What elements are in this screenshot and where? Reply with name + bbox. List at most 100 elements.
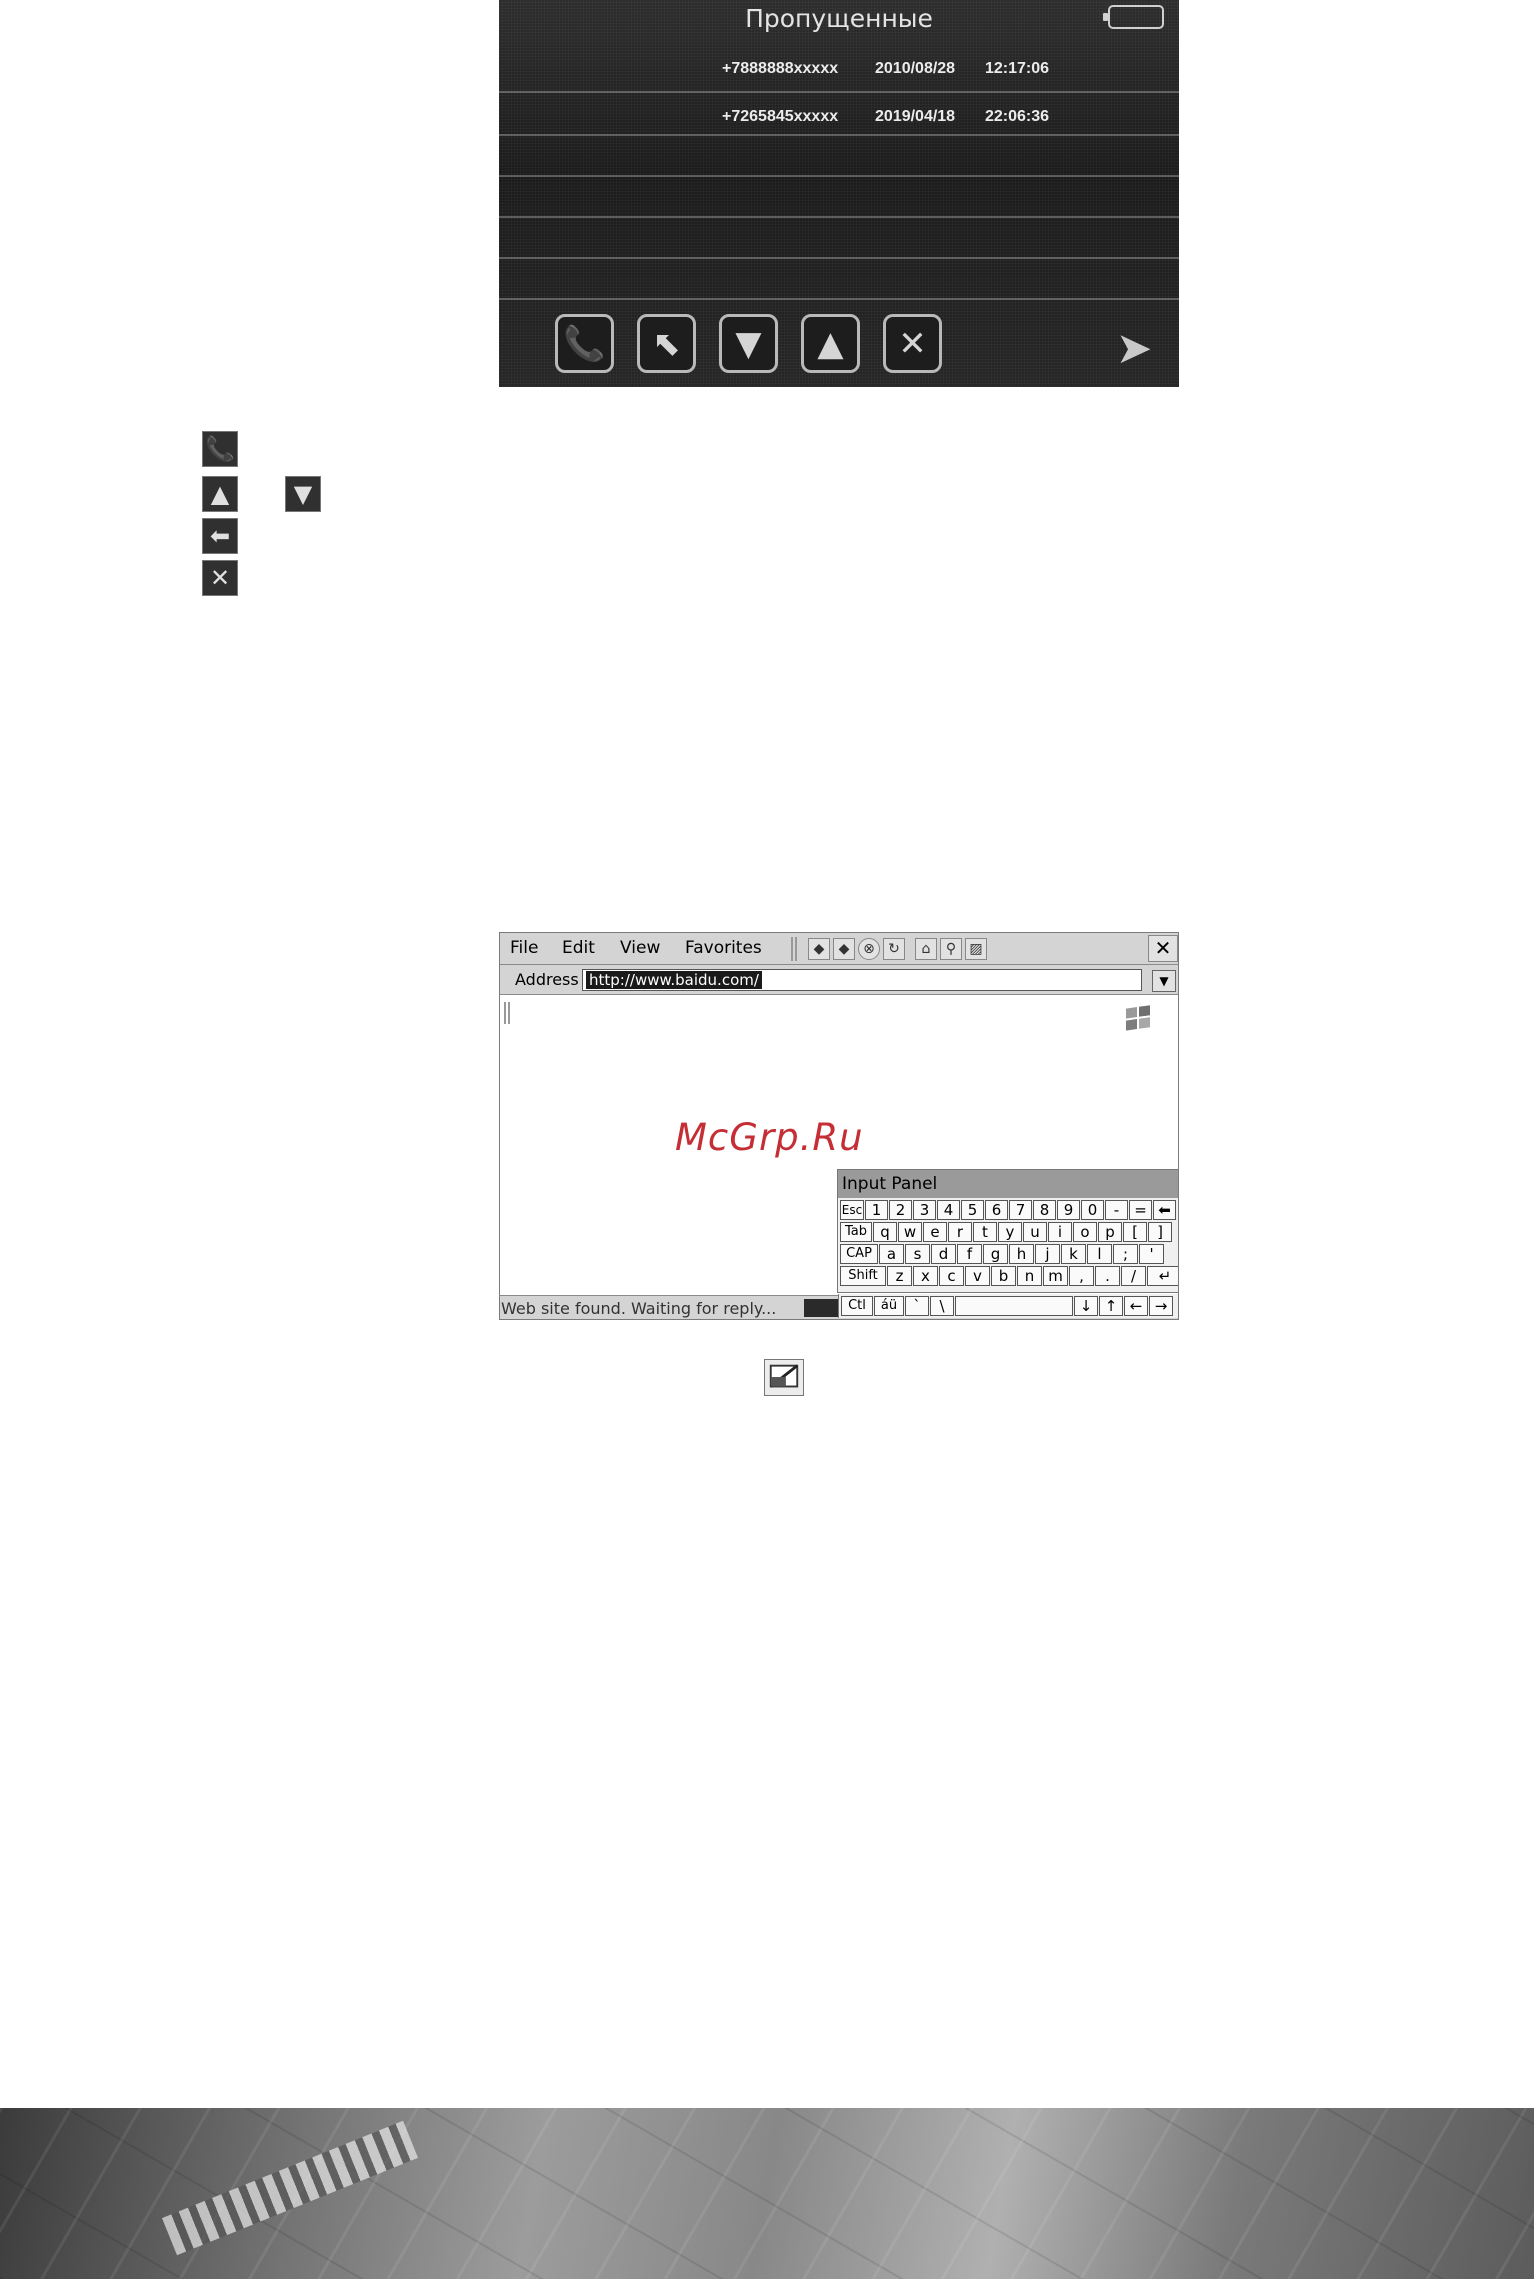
key[interactable]: k	[1061, 1244, 1086, 1264]
key[interactable]: l	[1087, 1244, 1112, 1264]
key[interactable]: o	[1073, 1222, 1097, 1242]
space-key[interactable]	[955, 1296, 1073, 1316]
key[interactable]: =	[1129, 1200, 1152, 1220]
toolbar-grip[interactable]	[791, 937, 797, 961]
key[interactable]: 7	[1009, 1200, 1032, 1220]
keyboard-row: Esc 1 2 3 4 5 6 7 8 9 0 - = ⬅	[840, 1200, 1176, 1221]
stop-button[interactable]: ⊗	[858, 938, 880, 960]
home-icon: ⌂	[921, 941, 931, 957]
menu-file[interactable]: File	[510, 938, 538, 958]
address-input[interactable]: http://www.baidu.com/	[582, 969, 1142, 991]
key[interactable]: c	[939, 1266, 964, 1286]
backspace-key[interactable]: ⬅	[1153, 1200, 1176, 1220]
key[interactable]: z	[887, 1266, 912, 1286]
key[interactable]: v	[965, 1266, 990, 1286]
key[interactable]: a	[879, 1244, 904, 1264]
key[interactable]: [	[1123, 1222, 1147, 1242]
key[interactable]: q	[873, 1222, 897, 1242]
key[interactable]: u	[1023, 1222, 1047, 1242]
back-icon: ⬉	[652, 323, 681, 364]
key[interactable]: `	[905, 1296, 929, 1316]
back-icon: ⬅	[202, 518, 238, 554]
key[interactable]: '	[1139, 1244, 1164, 1264]
key[interactable]: áü	[874, 1296, 904, 1316]
scroll-down-button[interactable]: ▼	[719, 314, 778, 373]
key[interactable]: w	[898, 1222, 922, 1242]
key[interactable]: Ctl	[841, 1296, 873, 1316]
call-list-item[interactable]: +7888888xxxxx 2010/08/28 12:17:06	[499, 48, 1179, 88]
home-button[interactable]: ⌂	[915, 938, 937, 960]
call-time: 22:06:36	[985, 108, 1050, 125]
key[interactable]: s	[905, 1244, 930, 1264]
key[interactable]: i	[1048, 1222, 1072, 1242]
missed-calls-screen: Пропущенные +7888888xxxxx 2010/08/28 12:…	[499, 0, 1179, 387]
key[interactable]: CAP	[840, 1244, 878, 1264]
refresh-button[interactable]: ↻	[883, 938, 905, 960]
key[interactable]: j	[1035, 1244, 1060, 1264]
key[interactable]: 9	[1057, 1200, 1080, 1220]
input-panel-button[interactable]: ▨	[965, 938, 987, 960]
menu-view[interactable]: View	[620, 938, 660, 958]
key[interactable]: x	[913, 1266, 938, 1286]
back-button[interactable]: ⬉	[637, 314, 696, 373]
key[interactable]: 0	[1081, 1200, 1104, 1220]
key[interactable]: \	[930, 1296, 954, 1316]
menu-favorites[interactable]: Favorites	[685, 938, 762, 958]
film-strip-decoration	[161, 2120, 419, 2256]
delete-button[interactable]: ✕	[883, 314, 942, 373]
input-panel-title: Input Panel	[838, 1170, 1178, 1198]
back-button[interactable]: ◆	[808, 938, 830, 960]
call-button[interactable]: 📞	[555, 314, 614, 373]
key[interactable]: 1	[865, 1200, 888, 1220]
search-button[interactable]: ⚲	[940, 938, 962, 960]
keyboard-row: Ctl áü ` \ ↓ ↑ ← →	[838, 1294, 1179, 1318]
key[interactable]: →	[1149, 1296, 1173, 1316]
forward-button[interactable]: ◆	[833, 938, 855, 960]
screen-title: Пропущенные	[745, 4, 933, 33]
scroll-up-button[interactable]: ▲	[801, 314, 860, 373]
key[interactable]: ]	[1148, 1222, 1172, 1242]
key[interactable]: -	[1105, 1200, 1128, 1220]
delete-icon: ✕	[898, 323, 927, 364]
key[interactable]: r	[948, 1222, 972, 1242]
next-page-icon[interactable]: ➤	[1111, 326, 1157, 372]
key[interactable]: d	[931, 1244, 956, 1264]
key[interactable]: y	[998, 1222, 1022, 1242]
key[interactable]: Shift	[840, 1266, 886, 1286]
call-date: 2019/04/18	[875, 108, 956, 125]
toolbar-grip[interactable]	[504, 1002, 510, 1024]
key[interactable]: 8	[1033, 1200, 1056, 1220]
key[interactable]: m	[1043, 1266, 1068, 1286]
call-list-item[interactable]: +7265845xxxxx 2019/04/18 22:06:36	[499, 96, 1179, 136]
key[interactable]: n	[1017, 1266, 1042, 1286]
key[interactable]: b	[991, 1266, 1016, 1286]
key[interactable]: 4	[937, 1200, 960, 1220]
key[interactable]: 5	[961, 1200, 984, 1220]
key[interactable]: /	[1121, 1266, 1146, 1286]
key[interactable]: g	[983, 1244, 1008, 1264]
key[interactable]: 6	[985, 1200, 1008, 1220]
key[interactable]: .	[1095, 1266, 1120, 1286]
key[interactable]: ↑	[1099, 1296, 1123, 1316]
list-separator	[499, 175, 1179, 177]
key[interactable]: h	[1009, 1244, 1034, 1264]
key[interactable]: f	[957, 1244, 982, 1264]
key[interactable]: ↓	[1074, 1296, 1098, 1316]
key[interactable]: ←	[1124, 1296, 1148, 1316]
key[interactable]: t	[973, 1222, 997, 1242]
key[interactable]: p	[1098, 1222, 1122, 1242]
menu-edit[interactable]: Edit	[562, 938, 595, 958]
key[interactable]: 3	[913, 1200, 936, 1220]
enter-key[interactable]: ↵	[1147, 1266, 1178, 1286]
refresh-icon: ↻	[888, 941, 900, 957]
key[interactable]: ,	[1069, 1266, 1094, 1286]
address-dropdown-button[interactable]: ▼	[1152, 970, 1176, 992]
key[interactable]: 2	[889, 1200, 912, 1220]
close-button[interactable]: ✕	[1148, 935, 1178, 962]
key[interactable]: e	[923, 1222, 947, 1242]
key[interactable]: Esc	[840, 1200, 864, 1220]
keyboard-row: Tab q w e r t y u i o p [ ]	[840, 1222, 1172, 1243]
call-date: 2010/08/28	[875, 60, 956, 77]
key[interactable]: ;	[1113, 1244, 1138, 1264]
key[interactable]: Tab	[840, 1222, 872, 1242]
